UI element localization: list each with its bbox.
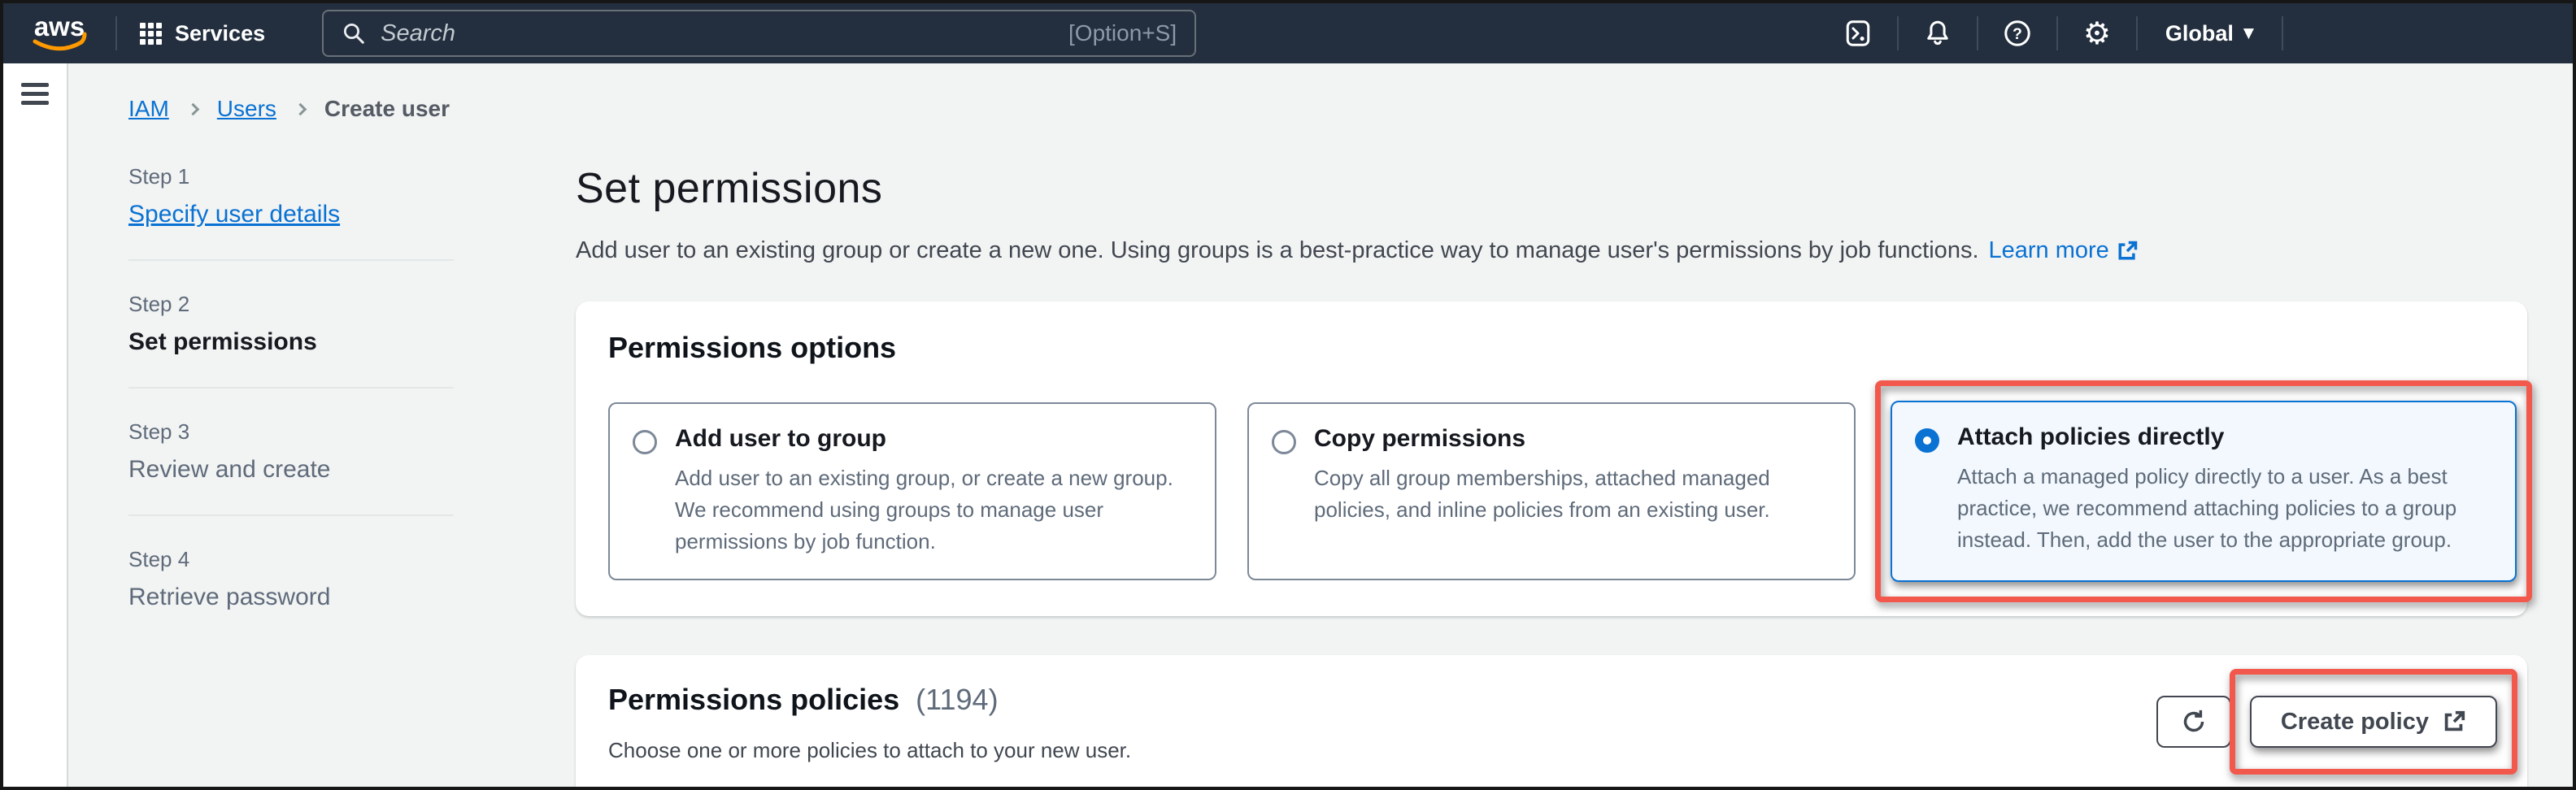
chevron-down-icon: ▼: [2243, 25, 2254, 41]
svg-text:?: ?: [2012, 25, 2022, 43]
search-icon: [342, 21, 366, 46]
step-divider: [128, 259, 454, 261]
create-policy-button[interactable]: Create policy: [2250, 696, 2497, 748]
create-policy-label: Create policy: [2281, 709, 2429, 736]
cloudshell-icon: [1843, 19, 1873, 48]
step-3-title: Review and create: [128, 456, 454, 484]
step-divider: [128, 387, 454, 388]
external-link-icon: [2442, 710, 2466, 734]
region-label: Global: [2165, 21, 2234, 46]
option-title: Copy permissions: [1314, 425, 1831, 453]
main-content-area: IAM Users Create user Step 1 Specify use…: [68, 63, 2573, 787]
wizard-step-4: Step 4 Retrieve password: [128, 547, 454, 611]
wizard-steps-nav: Step 1 Specify user details Step 2 Set p…: [128, 164, 454, 790]
services-grid-icon: [140, 23, 162, 45]
learn-more-label: Learn more: [1989, 237, 2109, 264]
step-4-title: Retrieve password: [128, 584, 454, 611]
permissions-policies-description: Choose one or more policies to attach to…: [608, 738, 1131, 763]
policies-count-badge: (1194): [916, 683, 998, 716]
page-description-text: Add user to an existing group or create …: [576, 237, 1979, 264]
breadcrumb-iam-link[interactable]: IAM: [128, 96, 169, 122]
permissions-policies-title: Permissions policies: [608, 683, 899, 716]
wizard-step-2-current: Step 2 Set permissions: [128, 292, 454, 356]
step-divider: [128, 514, 454, 516]
chevron-right-icon: [187, 102, 200, 115]
aws-console-topbar: aws Services Search [Option+S]: [3, 3, 2573, 63]
step-label: Step 3: [128, 419, 454, 445]
aws-logo[interactable]: aws: [24, 10, 94, 58]
external-link-icon: [2116, 240, 2139, 263]
option-description: Add user to an existing group, or create…: [675, 462, 1192, 558]
option-card-attach-policies-directly[interactable]: Attach policies directly Attach a manage…: [1891, 401, 2517, 582]
aws-logo-icon: aws: [24, 10, 94, 54]
search-placeholder: Search: [381, 20, 455, 47]
notifications-bell-icon: [1923, 19, 1952, 48]
notifications-button[interactable]: [1899, 3, 1977, 63]
radio-button-selected[interactable]: [1915, 428, 1939, 453]
wizard-step-3: Step 3 Review and create: [128, 419, 454, 484]
search-input[interactable]: Search [Option+S]: [322, 10, 1196, 57]
breadcrumb: IAM Users Create user: [128, 96, 2527, 122]
breadcrumb-users-link[interactable]: Users: [217, 96, 276, 122]
settings-gear-icon: ⚙: [2083, 18, 2111, 49]
option-description: Copy all group memberships, attached man…: [1314, 462, 1831, 526]
radio-button-unselected[interactable]: [633, 430, 657, 454]
learn-more-link[interactable]: Learn more: [1989, 237, 2139, 264]
step-label: Step 2: [128, 292, 454, 317]
refresh-button[interactable]: [2156, 696, 2231, 748]
option-title: Attach policies directly: [1957, 423, 2492, 451]
refresh-icon: [2179, 707, 2208, 736]
browser-viewport: aws Services Search [Option+S]: [0, 0, 2576, 790]
option-description: Attach a managed policy directly to a us…: [1957, 461, 2492, 556]
page-title: Set permissions: [576, 164, 2527, 213]
permissions-options-panel: Permissions options Add user to group Ad…: [576, 302, 2527, 616]
topbar-divider: [2282, 16, 2283, 50]
region-selector[interactable]: Global ▼: [2138, 3, 2282, 63]
page-description: Add user to an existing group or create …: [576, 237, 2527, 264]
step-label: Step 4: [128, 547, 454, 572]
radio-button-unselected[interactable]: [1272, 430, 1296, 454]
hamburger-menu-button[interactable]: [21, 83, 49, 105]
annotation-box-attach-policies: Attach policies directly Attach a manage…: [1875, 380, 2532, 602]
services-menu-button[interactable]: Services: [117, 3, 288, 63]
settings-button[interactable]: ⚙: [2058, 3, 2136, 63]
permissions-policies-heading: Permissions policies (1194): [608, 683, 1131, 717]
svg-text:aws: aws: [34, 11, 85, 41]
help-button[interactable]: ?: [1978, 3, 2056, 63]
cloudshell-button[interactable]: [1819, 3, 1897, 63]
step-label: Step 1: [128, 164, 454, 189]
wizard-step-1: Step 1 Specify user details: [128, 164, 454, 228]
policies-toolbar: Create policy: [2156, 696, 2495, 748]
permissions-options-title: Permissions options: [608, 331, 2495, 365]
help-icon: ?: [2003, 19, 2032, 48]
breadcrumb-current-page: Create user: [324, 96, 450, 122]
option-title: Add user to group: [675, 425, 1192, 453]
option-card-copy-permissions[interactable]: Copy permissions Copy all group membersh…: [1247, 402, 1856, 580]
permissions-policies-panel: Permissions policies (1194) Choose one o…: [576, 655, 2527, 790]
option-card-add-user-to-group[interactable]: Add user to group Add user to an existin…: [608, 402, 1216, 580]
left-navigation-rail: [3, 63, 68, 787]
chevron-right-icon: [294, 102, 307, 115]
step-2-title: Set permissions: [128, 328, 454, 356]
search-keyboard-shortcut: [Option+S]: [1068, 20, 1177, 46]
annotation-box-create-policy: Create policy: [2230, 669, 2517, 775]
step-1-link[interactable]: Specify user details: [128, 201, 454, 228]
services-label: Services: [175, 21, 265, 46]
